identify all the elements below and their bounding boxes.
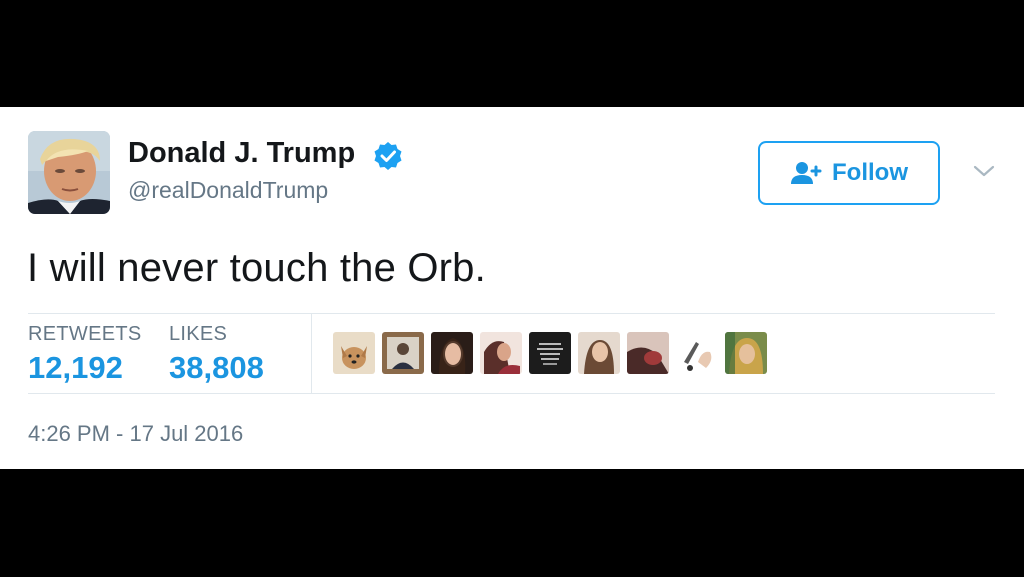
liker-avatar[interactable] [431,332,473,374]
chevron-down-icon[interactable] [972,163,996,179]
likes-label[interactable]: LIKES [169,323,227,346]
divider [28,393,995,394]
author-display-name[interactable]: Donald J. Trump [128,137,355,170]
divider [28,313,995,314]
tweet-text: I will never touch the Orb. [27,246,486,290]
author-handle[interactable]: @realDonaldTrump [128,177,328,204]
liker-avatar[interactable] [578,332,620,374]
likes-count[interactable]: 38,808 [169,350,264,386]
follow-label: Follow [832,159,908,186]
stats-divider [311,314,312,394]
liker-avatars [333,332,767,376]
verified-badge-icon [374,142,402,170]
add-user-icon [791,162,822,184]
retweets-count[interactable]: 12,192 [28,350,123,386]
tweet-timestamp[interactable]: 4:26 PM - 17 Jul 2016 [28,421,243,447]
retweets-label[interactable]: RETWEETS [28,323,142,346]
liker-avatar[interactable] [676,332,718,374]
liker-avatar[interactable] [480,332,522,374]
liker-avatar[interactable] [529,332,571,374]
liker-avatar[interactable] [725,332,767,374]
avatar[interactable] [28,131,110,214]
follow-button[interactable]: Follow [758,141,940,205]
liker-avatar[interactable] [627,332,669,374]
liker-avatar[interactable] [382,332,424,374]
liker-avatar[interactable] [333,332,375,374]
